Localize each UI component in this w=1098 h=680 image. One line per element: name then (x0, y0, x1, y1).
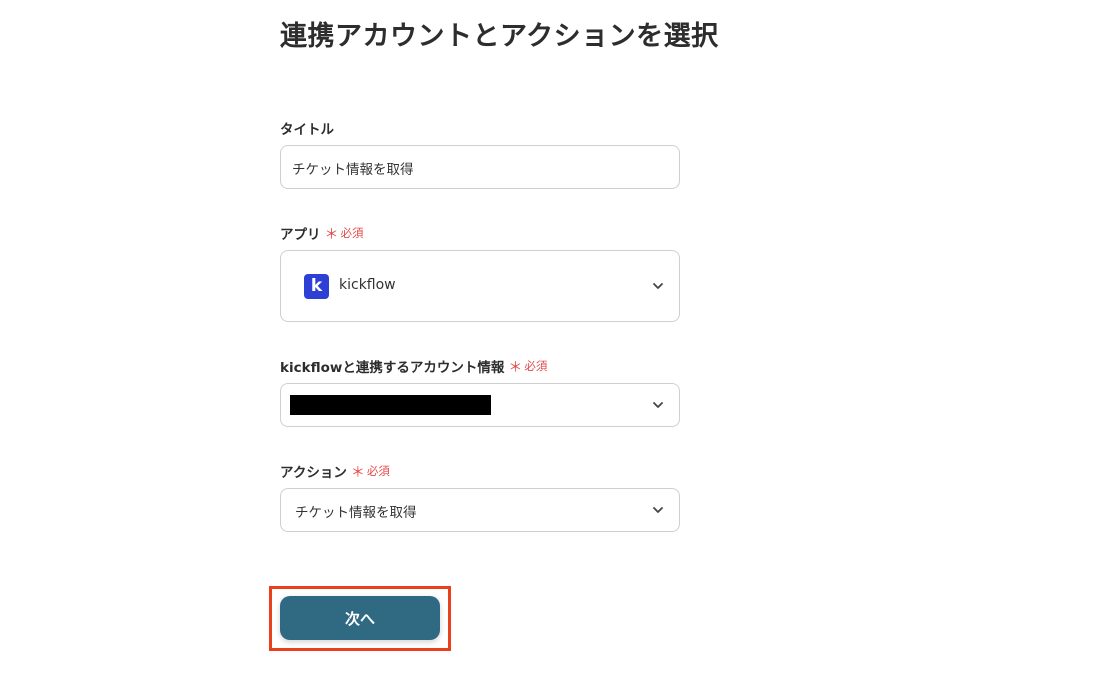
app-field-label: アプリ ＊ 必須 (280, 223, 364, 243)
page: 連携アカウントとアクションを選択 タイトル チケット情報を取得 アプリ ＊ 必須… (0, 0, 1098, 680)
account-field-label: kickflowと連携するアカウント情報 ＊ 必須 (280, 356, 547, 376)
page-title: 連携アカウントとアクションを選択 (280, 21, 719, 52)
required-asterisk: ＊ (324, 227, 339, 243)
kickflow-logo-icon: k (304, 274, 329, 299)
action-field-label: アクション ＊ 必須 (280, 461, 390, 481)
title-field-label-text: タイトル (280, 122, 334, 138)
required-text: 必須 (366, 464, 390, 478)
action-select[interactable]: チケット情報を取得 (280, 488, 680, 532)
account-select[interactable] (280, 383, 680, 427)
required-badge: ＊ 必須 (325, 223, 364, 243)
account-field-label-text: kickflowと連携するアカウント情報 (280, 360, 505, 376)
next-button[interactable]: 次へ (280, 596, 440, 640)
action-field-label-text: アクション (280, 465, 347, 481)
chevron-down-icon (653, 402, 663, 408)
required-badge: ＊ 必須 (508, 356, 547, 376)
required-text: 必須 (340, 226, 364, 240)
app-select-value: kickflow (339, 277, 396, 293)
required-asterisk: ＊ (508, 360, 523, 376)
app-select[interactable]: k kickflow (280, 250, 680, 322)
required-badge: ＊ 必須 (351, 461, 390, 481)
chevron-down-icon (653, 507, 663, 513)
chevron-down-icon (653, 283, 663, 289)
required-text: 必須 (524, 359, 548, 373)
app-field-label-text: アプリ (280, 227, 321, 243)
title-input[interactable]: チケット情報を取得 (280, 145, 680, 189)
title-input-value: チケット情報を取得 (292, 162, 414, 178)
redacted-account-value (290, 395, 491, 415)
action-select-value: チケット情報を取得 (295, 505, 417, 521)
required-asterisk: ＊ (350, 465, 365, 481)
title-field-label: タイトル (280, 118, 334, 138)
